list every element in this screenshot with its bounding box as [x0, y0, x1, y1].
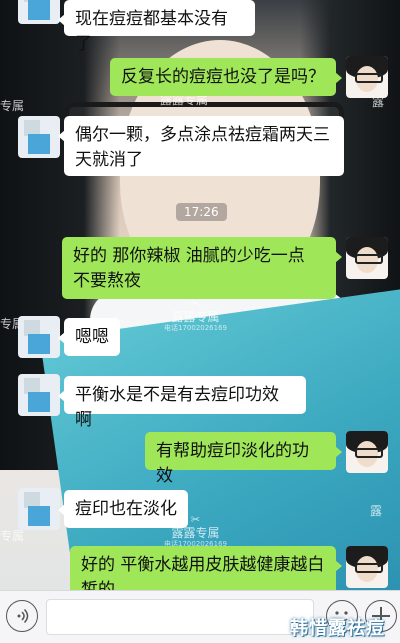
message-bubble-received[interactable]: 痘印也在淡化	[58, 490, 188, 528]
my-avatar[interactable]	[346, 56, 388, 98]
footer-logo: 韩惜露祛痘	[290, 618, 385, 639]
message-bubble-sent[interactable]: 有帮助痘印淡化的功效	[145, 432, 342, 486]
message-input[interactable]	[46, 599, 314, 635]
watermark: ✂ 露露专属 电话17002026169	[164, 297, 227, 333]
time-stamp: 17:26	[176, 203, 227, 221]
message-bubble-sent[interactable]: 反复长的痘痘也没了是吗？	[110, 58, 342, 96]
message-bubble-received[interactable]: 现在痘痘都基本没有了	[58, 0, 255, 54]
my-avatar[interactable]	[346, 237, 388, 279]
my-avatar[interactable]	[346, 546, 388, 588]
contact-avatar[interactable]	[18, 116, 60, 158]
message-bubble-received[interactable]: 平衡水是不是有去痘印功效啊	[58, 376, 306, 430]
message-bubble-received[interactable]: 偶尔一颗，多点涂点祛痘霜两天三天就消了	[58, 116, 344, 176]
contact-avatar[interactable]	[18, 316, 60, 358]
voice-icon[interactable]	[6, 600, 38, 632]
contact-avatar[interactable]	[18, 488, 60, 530]
contact-avatar[interactable]	[18, 0, 60, 24]
my-avatar[interactable]	[346, 431, 388, 473]
message-bubble-received[interactable]: 嗯嗯	[58, 318, 120, 356]
watermark: 露	[372, 95, 385, 109]
watermark: 专属	[0, 529, 25, 543]
message-bubble-sent[interactable]: 好的 那你辣椒 油腻的少吃一点 不要熬夜	[62, 237, 342, 299]
watermark: 露	[370, 504, 383, 518]
watermark: 专属	[0, 99, 25, 113]
watermark: 露露专属	[160, 93, 209, 107]
contact-avatar[interactable]	[18, 374, 60, 416]
